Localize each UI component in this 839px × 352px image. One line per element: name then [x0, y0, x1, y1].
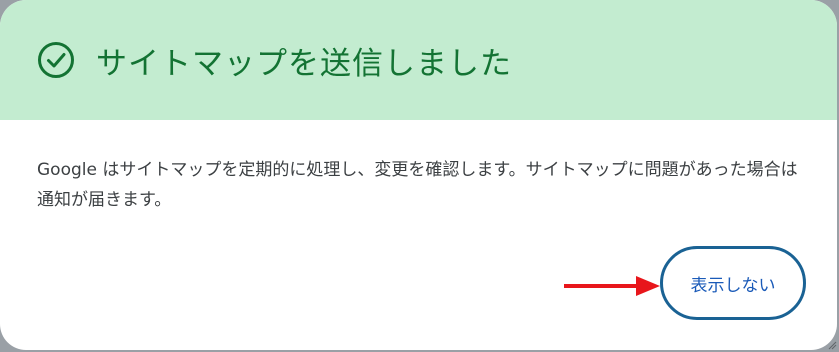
resize-grip-icon[interactable] [827, 340, 837, 350]
dialog-header: サイトマップを送信しました [0, 0, 837, 120]
dialog-title: サイトマップを送信しました [96, 45, 512, 82]
check-circle-icon [36, 40, 76, 80]
sitemap-submitted-dialog: サイトマップを送信しました Google はサイトマップを定期的に処理し、変更を… [0, 0, 837, 350]
red-arrow-icon [564, 276, 660, 296]
dismiss-button[interactable]: 表示しない [660, 246, 806, 320]
dialog-message: Google はサイトマップを定期的に処理し、変更を確認します。サイトマップに問… [37, 160, 798, 210]
